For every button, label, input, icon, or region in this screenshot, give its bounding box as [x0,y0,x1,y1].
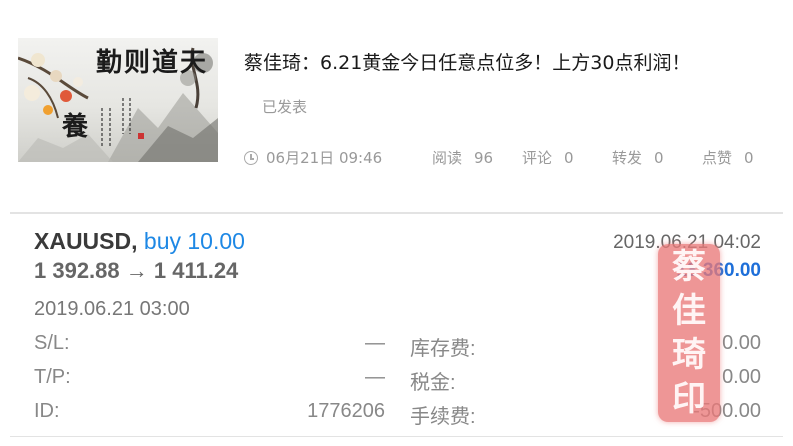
article-date-text: 06月21日 09:46 [266,149,383,167]
article-thumbnail[interactable]: 勤则道天 養 [18,38,218,162]
thumbnail-calligraphy-small: 養 [62,112,89,142]
seal-char: 蔡 [672,247,706,287]
stat-shares[interactable]: 转发 0 [612,147,664,168]
stat-value: 96 [474,149,494,167]
bottom-divider [10,436,783,437]
article-card[interactable]: 勤则道天 養 蔡佳琦：6.21黄金今日任意点位多！上方30点利润！ 已发表 06… [0,0,793,200]
stat-reads: 阅读 96 [432,147,493,168]
seal-char: 琦 [672,335,706,375]
row-label: S/L: [34,332,70,354]
article-title[interactable]: 蔡佳琦：6.21黄金今日任意点位多！上方30点利润！ [244,48,690,75]
row-label-2: 税金: [410,372,456,394]
row-value-2: 0.00 [722,366,761,388]
stat-label: 评论 [522,149,553,167]
row-label-2: 手续费: [410,406,476,428]
stat-label: 转发 [612,149,643,167]
row-value-2: 0.00 [722,332,761,354]
trade-side: buy 10.00 [143,228,245,254]
stat-label: 点赞 [702,149,733,167]
stat-likes[interactable]: 点赞 0 [702,147,754,168]
stat-value: 0 [564,149,574,167]
trade-prices: 1 392.88 → 1 411.24 [34,258,239,283]
article-date: 06月21日 09:46 [244,147,382,168]
thumbnail-calligraphy: 勤则道天 [96,48,209,78]
row-value: 1776206 [307,400,385,422]
stat-value: 0 [744,149,754,167]
row-value: — [365,332,385,354]
stat-label: 阅读 [432,149,463,167]
row-value: — [365,366,385,388]
row-label: T/P: [34,366,71,388]
seal-char: 印 [672,379,706,419]
stat-value: 0 [654,149,664,167]
row-label-2: 库存费: [410,338,476,360]
trade-symbol-line: XAUUSD, buy 10.00 [34,228,245,255]
article-status: 已发表 [262,98,308,116]
red-seal-stamp: 蔡 佳 琦 印 [658,244,720,422]
trade-open-time: 2019.06.21 03:00 [34,298,190,320]
seal-char: 佳 [672,291,706,331]
stat-comments[interactable]: 评论 0 [522,147,574,168]
trade-symbol: XAUUSD, [34,228,138,254]
row-label: ID: [34,400,60,422]
clock-icon [244,151,258,165]
